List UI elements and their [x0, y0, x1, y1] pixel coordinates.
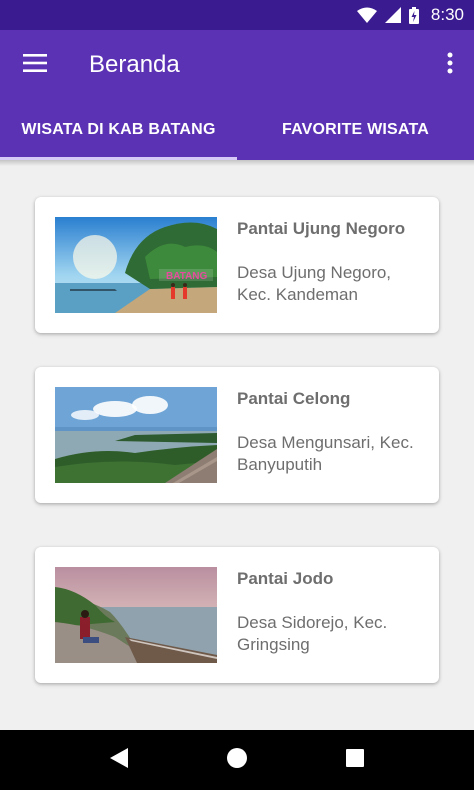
status-bar: 8:30 [0, 0, 474, 30]
battery-icon [408, 6, 419, 24]
back-button[interactable] [89, 730, 149, 790]
menu-button[interactable] [0, 30, 70, 100]
home-button[interactable] [207, 730, 267, 790]
tab-shadow [0, 160, 474, 166]
app-bar: Beranda [0, 30, 474, 100]
overflow-menu-button[interactable] [426, 30, 474, 100]
batang-sign: BATANG [166, 271, 208, 282]
destination-card-jodo[interactable]: Pantai Jodo Desa Sidorejo, Kec. Gringsin… [35, 547, 439, 683]
recents-square-icon [346, 748, 364, 772]
destination-photo [55, 567, 217, 663]
home-circle-icon [226, 747, 248, 774]
recents-button[interactable] [325, 730, 385, 790]
destination-card-celong[interactable]: Pantai Celong Desa Mengunsari, Kec. Bany… [35, 367, 439, 503]
back-triangle-icon [110, 747, 128, 773]
destination-location: Desa Sidorejo, Kec. Gringsing [237, 613, 388, 654]
destination-name: Pantai Jodo [237, 569, 334, 588]
destination-card-ujung-negoro[interactable]: BATANG Pantai Ujung Negoro Desa Ujung Ne… [35, 197, 439, 333]
more-vert-icon [447, 52, 453, 79]
system-nav-bar [0, 730, 474, 790]
cell-signal-icon [384, 7, 401, 23]
destination-location: Desa Mengunsari, Kec. Banyuputih [237, 433, 414, 474]
destination-photo [55, 387, 217, 483]
tab-favorite-wisata[interactable]: FAVORITE WISATA [237, 100, 474, 160]
status-time: 8:30 [430, 5, 464, 24]
wifi-icon [356, 7, 377, 23]
hamburger-icon [23, 53, 47, 77]
tab-wisata-di-kab-batang[interactable]: WISATA DI KAB BATANG [0, 100, 237, 160]
page-title: Beranda [89, 51, 180, 78]
destination-location: Desa Ujung Negoro, Kec. Kandeman [237, 263, 392, 304]
tab-bar: WISATA DI KAB BATANG FAVORITE WISATA [0, 100, 474, 160]
destination-photo: BATANG [55, 217, 217, 313]
destination-name: Pantai Ujung Negoro [237, 219, 406, 238]
destination-name: Pantai Celong [237, 389, 351, 408]
